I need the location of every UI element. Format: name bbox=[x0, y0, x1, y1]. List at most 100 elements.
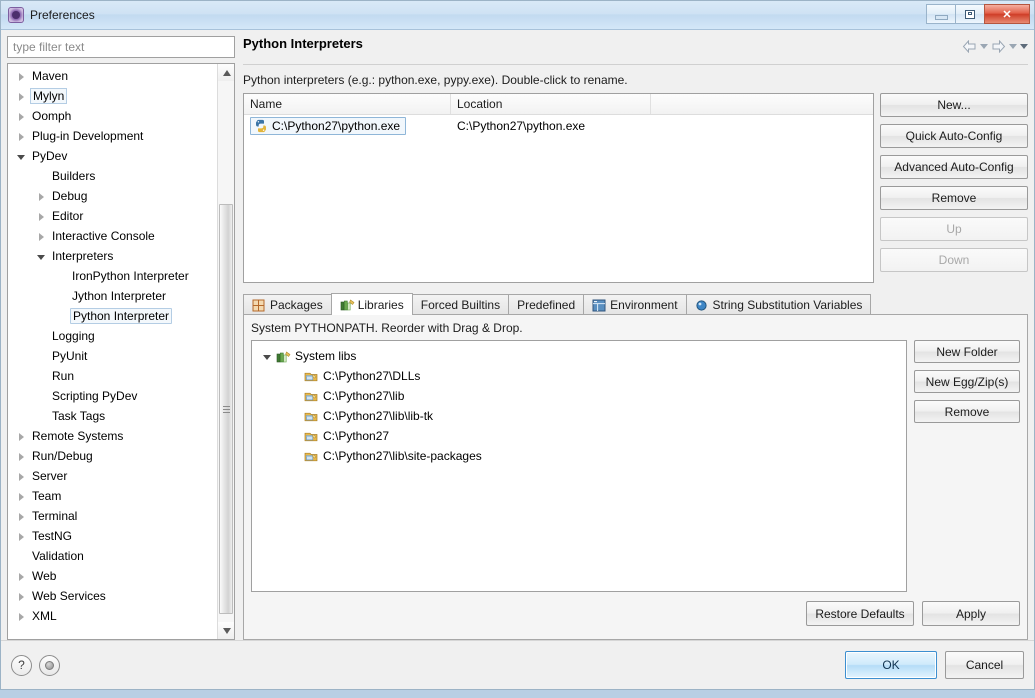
minimize-button[interactable] bbox=[926, 4, 955, 24]
view-menu-icon[interactable] bbox=[1020, 44, 1028, 49]
sidebar-item-pydev[interactable]: PyDev bbox=[8, 146, 217, 166]
tree-expand-closed-icon[interactable] bbox=[16, 471, 27, 482]
new-folder-button[interactable]: New Folder bbox=[914, 340, 1020, 363]
sidebar-item-web[interactable]: Web bbox=[8, 566, 217, 586]
sidebar-item-oomph[interactable]: Oomph bbox=[8, 106, 217, 126]
back-history-dropdown-icon[interactable] bbox=[980, 44, 988, 49]
tab-predefined[interactable]: Predefined bbox=[508, 294, 585, 315]
sidebar-item-jython-interpreter[interactable]: Jython Interpreter bbox=[8, 286, 217, 306]
library-entry[interactable]: C:\Python27\lib\lib-tk bbox=[258, 406, 906, 426]
library-entry[interactable]: C:\Python27 bbox=[258, 426, 906, 446]
sidebar-item-xml[interactable]: XML bbox=[8, 606, 217, 626]
tree-expand-closed-icon[interactable] bbox=[16, 431, 27, 442]
remove-button[interactable]: Remove bbox=[880, 186, 1028, 210]
scrollbar-thumb[interactable] bbox=[219, 204, 233, 614]
pin-circle-icon[interactable] bbox=[39, 654, 60, 676]
sidebar-item-task-tags[interactable]: Task Tags bbox=[8, 406, 217, 426]
tree-expand-closed-icon[interactable] bbox=[36, 231, 47, 242]
library-root-node[interactable]: System libs bbox=[258, 346, 906, 366]
sidebar-item-scripting-pydev[interactable]: Scripting PyDev bbox=[8, 386, 217, 406]
sidebar-item-maven[interactable]: Maven bbox=[8, 66, 217, 86]
tree-expand-closed-icon[interactable] bbox=[16, 571, 27, 582]
libraries-tree[interactable]: System libs C:\Python27\DLLs C:\Python27\l… bbox=[251, 340, 907, 592]
filter-input[interactable]: type filter text bbox=[7, 36, 235, 58]
sidebar-item-web-services[interactable]: Web Services bbox=[8, 586, 217, 606]
sidebar-item-debug[interactable]: Debug bbox=[8, 186, 217, 206]
cancel-button[interactable]: Cancel bbox=[945, 651, 1024, 679]
interpreter-name-cell: C:\Python27\python.exe bbox=[250, 117, 457, 135]
new-button[interactable]: New... bbox=[880, 93, 1028, 117]
table-row[interactable]: C:\Python27\python.exe C:\Python27\python… bbox=[244, 115, 873, 137]
close-icon: ✕ bbox=[1002, 8, 1012, 21]
sidebar-item-remote-systems[interactable]: Remote Systems bbox=[8, 426, 217, 446]
tab-environment[interactable]: Environment bbox=[583, 294, 687, 315]
tree-expand-closed-icon[interactable] bbox=[16, 511, 27, 522]
sidebar-item-interpreters[interactable]: Interpreters bbox=[8, 246, 217, 266]
scroll-down-button[interactable] bbox=[218, 622, 234, 639]
sidebar-item-team[interactable]: Team bbox=[8, 486, 217, 506]
quick-auto-config-button[interactable]: Quick Auto-Config bbox=[880, 124, 1028, 148]
sidebar-item-validation[interactable]: Validation bbox=[8, 546, 217, 566]
sidebar-item-testng[interactable]: TestNG bbox=[8, 526, 217, 546]
tree-expand-closed-icon[interactable] bbox=[16, 131, 27, 142]
sidebar-item-builders[interactable]: Builders bbox=[8, 166, 217, 186]
new-egg-zip-s-button[interactable]: New Egg/Zip(s) bbox=[914, 370, 1020, 393]
selected-interpreter-chip[interactable]: C:\Python27\python.exe bbox=[250, 117, 407, 135]
library-entry[interactable]: C:\Python27\DLLs bbox=[258, 366, 906, 386]
apply-button[interactable]: Apply bbox=[922, 601, 1020, 626]
forward-arrow-icon[interactable] bbox=[991, 40, 1006, 53]
sidebar-item-run-debug[interactable]: Run/Debug bbox=[8, 446, 217, 466]
python-file-icon bbox=[254, 119, 268, 133]
sidebar-item-logging[interactable]: Logging bbox=[8, 326, 217, 346]
tree-expand-closed-icon[interactable] bbox=[16, 91, 27, 102]
sidebar-item-plug-in-development[interactable]: Plug-in Development bbox=[8, 126, 217, 146]
column-header-location[interactable]: Location bbox=[451, 94, 651, 114]
restore-defaults-button[interactable]: Restore Defaults bbox=[806, 601, 914, 626]
ok-button[interactable]: OK bbox=[845, 651, 937, 679]
remove-button[interactable]: Remove bbox=[914, 400, 1020, 423]
library-entry[interactable]: C:\Python27\lib\site-packages bbox=[258, 446, 906, 466]
library-entry[interactable]: C:\Python27\lib bbox=[258, 386, 906, 406]
close-button[interactable]: ✕ bbox=[984, 4, 1030, 24]
tree-expand-closed-icon[interactable] bbox=[36, 191, 47, 202]
tab-forced-builtins[interactable]: Forced Builtins bbox=[411, 294, 510, 315]
tab-libraries[interactable]: Libraries bbox=[330, 293, 413, 315]
sidebar-item-run[interactable]: Run bbox=[8, 366, 217, 386]
tree-expand-closed-icon[interactable] bbox=[16, 591, 27, 602]
libraries-hint: System PYTHONPATH. Reorder with Drag & D… bbox=[251, 321, 523, 335]
tree-expand-open-icon[interactable] bbox=[262, 351, 273, 362]
tree-expand-closed-icon[interactable] bbox=[36, 211, 47, 222]
sidebar-item-mylyn[interactable]: Mylyn bbox=[8, 86, 217, 106]
interpreters-table[interactable]: Name Location C:\Python27\python.exe C:\P… bbox=[243, 93, 874, 283]
tree-expand-closed-icon[interactable] bbox=[16, 611, 27, 622]
sidebar-item-label: Validation bbox=[32, 549, 84, 563]
tree-expand-closed-icon[interactable] bbox=[16, 531, 27, 542]
tab-packages[interactable]: Packages bbox=[243, 294, 332, 315]
column-header-extra[interactable] bbox=[651, 94, 873, 114]
help-question-icon[interactable]: ? bbox=[11, 654, 32, 676]
tree-expand-closed-icon[interactable] bbox=[16, 71, 27, 82]
sidebar-item-python-interpreter[interactable]: Python Interpreter bbox=[8, 306, 217, 326]
sidebar-item-editor[interactable]: Editor bbox=[8, 206, 217, 226]
tab-string-substitution-variables[interactable]: String Substitution Variables bbox=[685, 294, 872, 315]
back-arrow-icon[interactable] bbox=[962, 40, 977, 53]
tree-expand-closed-icon[interactable] bbox=[16, 111, 27, 122]
sidebar-item-interactive-console[interactable]: Interactive Console bbox=[8, 226, 217, 246]
tree-expand-open-icon[interactable] bbox=[36, 251, 47, 262]
sidebar-item-pyunit[interactable]: PyUnit bbox=[8, 346, 217, 366]
tree-expand-closed-icon[interactable] bbox=[16, 451, 27, 462]
scroll-up-button[interactable] bbox=[218, 64, 234, 81]
sidebar-item-terminal[interactable]: Terminal bbox=[8, 506, 217, 526]
tree-spacer-icon bbox=[36, 391, 47, 402]
tree-expand-closed-icon[interactable] bbox=[16, 491, 27, 502]
advanced-auto-config-button[interactable]: Advanced Auto-Config bbox=[880, 155, 1028, 179]
maximize-button[interactable] bbox=[955, 4, 984, 24]
libraries-buttons: New Folder New Egg/Zip(s) Remove bbox=[914, 340, 1020, 592]
tree-expand-open-icon[interactable] bbox=[16, 151, 27, 162]
sidebar-item-label: Web Services bbox=[32, 589, 106, 603]
column-header-name[interactable]: Name bbox=[244, 94, 451, 114]
sidebar-item-server[interactable]: Server bbox=[8, 466, 217, 486]
forward-history-dropdown-icon[interactable] bbox=[1009, 44, 1017, 49]
tree-scrollbar[interactable] bbox=[217, 64, 234, 639]
sidebar-item-ironpython-interpreter[interactable]: IronPython Interpreter bbox=[8, 266, 217, 286]
